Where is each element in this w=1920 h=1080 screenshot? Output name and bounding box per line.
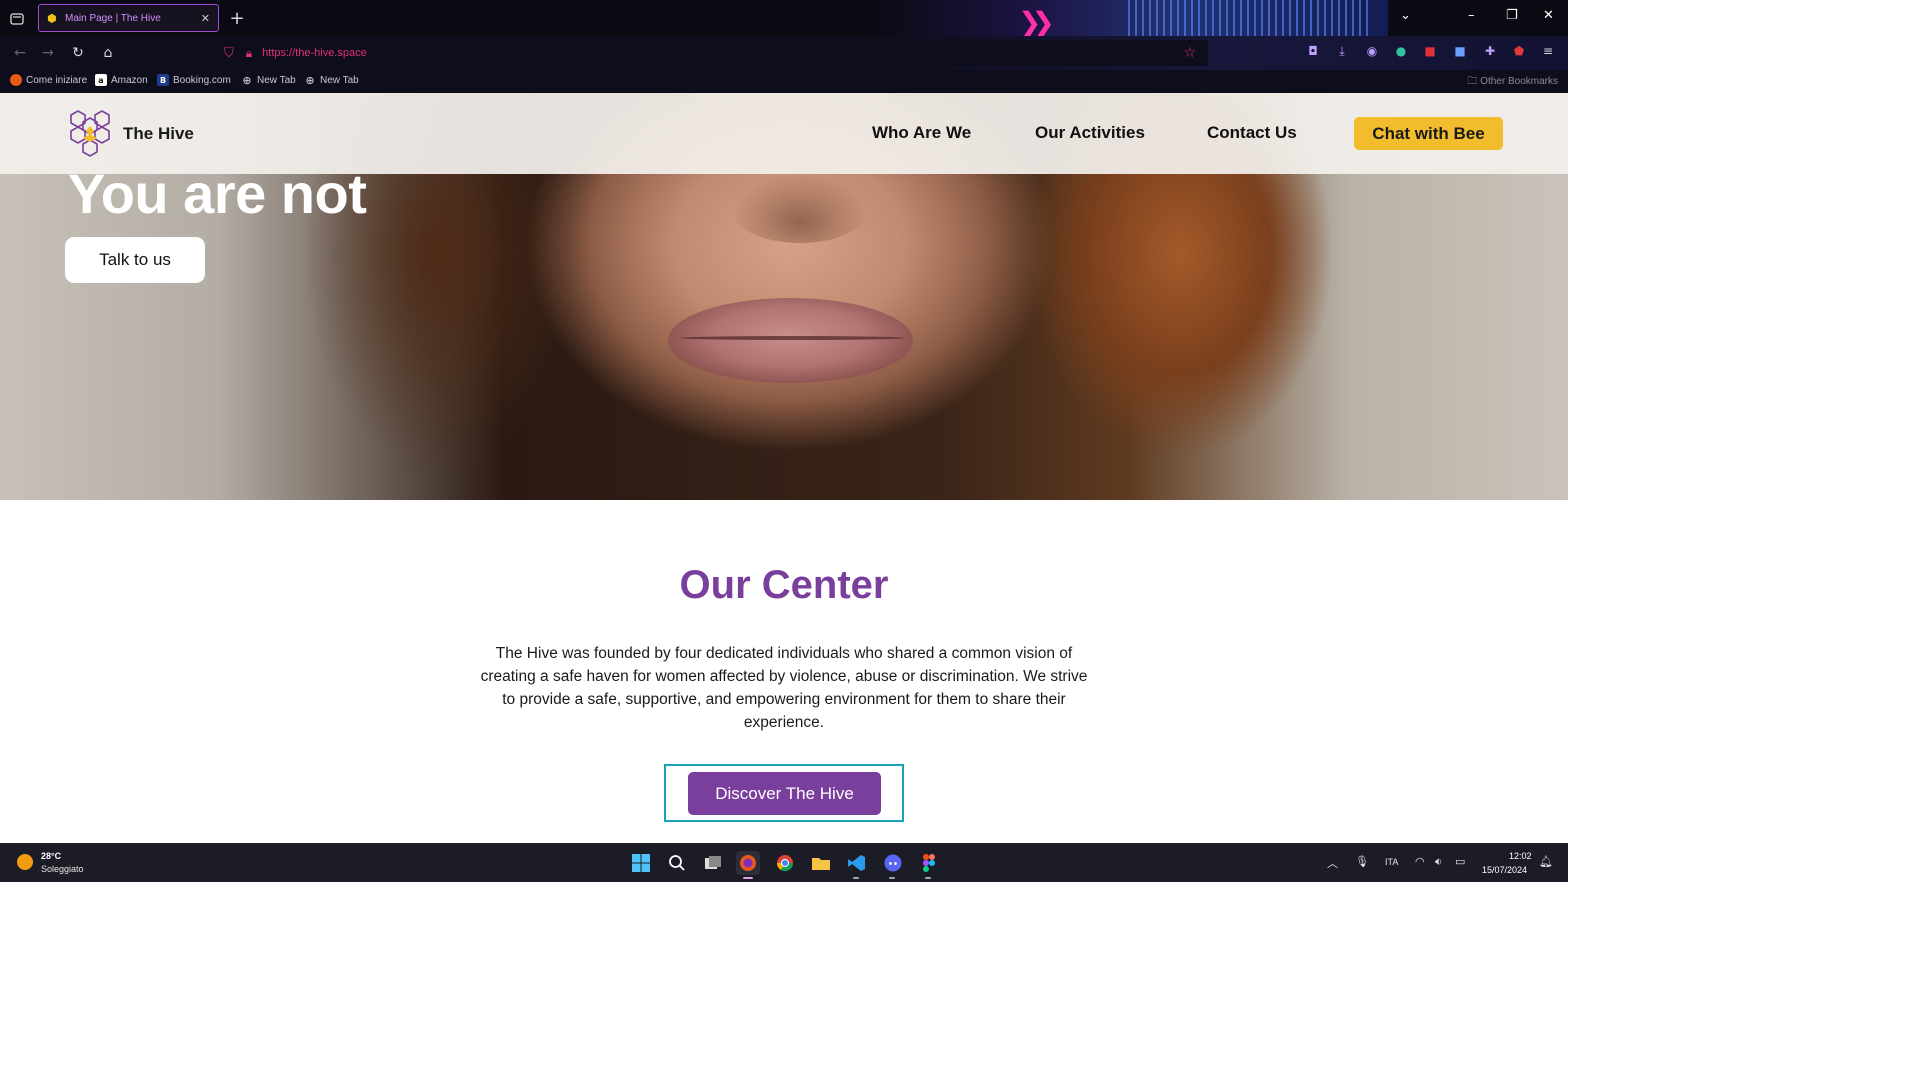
hero-image-nose	[730, 173, 870, 243]
account-icon[interactable]: ◉	[1365, 44, 1379, 58]
bookmark-new-tab-1[interactable]: ⊕ New Tab	[241, 73, 296, 87]
firefox-icon	[10, 74, 22, 86]
bookmark-label: New Tab	[257, 74, 296, 86]
clock-time[interactable]: 12:02	[1509, 851, 1532, 861]
tab-list-chevron-icon[interactable]: ⌄	[1400, 8, 1411, 23]
ublock-icon[interactable]: ⬟	[1512, 44, 1526, 58]
figma-running-indicator	[925, 877, 931, 879]
restore-icon[interactable]: ❐	[1506, 8, 1518, 23]
our-center-title: Our Center	[679, 563, 889, 607]
folder-icon: 🗀︎	[1467, 76, 1481, 87]
extension-a-icon[interactable]: ●	[1394, 44, 1408, 58]
talk-to-us-button[interactable]: Talk to us	[65, 237, 205, 283]
extension-blue-icon[interactable]: ■	[1453, 44, 1467, 58]
windows-taskbar: 28°C Soleggiato ︿ 🎙︎ ITA ◠ 🔉︎ ▭ 12:02 15…	[0, 843, 1568, 882]
browser-tab-bar: ❯❯ ⬢ Main Page | The Hive ✕ + ⌄ – ❐ ✕	[0, 0, 1568, 36]
windows-start-icon[interactable]	[629, 851, 653, 875]
extensions-puzzle-icon[interactable]: ✚	[1483, 44, 1497, 58]
amazon-icon: a	[95, 74, 107, 86]
hive-favicon-icon: ⬢	[47, 12, 57, 25]
tab-title: Main Page | The Hive	[65, 12, 161, 24]
bookmark-label: New Tab	[320, 74, 359, 86]
booking-icon: B	[157, 74, 169, 86]
minimize-icon[interactable]: –	[1468, 8, 1475, 23]
input-language[interactable]: ITA	[1385, 857, 1398, 867]
browser-nav-bar: ← → ↻ ⌂ ⛉ 🔒︎ https://the-hive.space ☆	[0, 36, 1568, 93]
chat-with-bee-button[interactable]: Chat with Bee	[1354, 117, 1503, 150]
bookmark-star-icon[interactable]: ☆	[1183, 45, 1196, 61]
our-center-description: The Hive was founded by four dedicated i…	[480, 645, 1088, 731]
menu-hamburger-icon[interactable]: ≡	[1541, 44, 1555, 58]
discord-running-indicator	[889, 877, 895, 879]
bookmark-label: Come iniziare	[26, 74, 88, 86]
wifi-icon[interactable]: ◠	[1415, 855, 1425, 868]
web-page: You are not Talk to us The Hive Who Are …	[0, 93, 1568, 843]
other-bookmarks-label: Other Bookmarks	[1480, 76, 1558, 87]
battery-icon[interactable]: ▭	[1455, 855, 1465, 868]
close-window-icon[interactable]: ✕	[1543, 8, 1554, 23]
hero-image-lips	[668, 298, 913, 383]
clock-date[interactable]: 15/07/2024	[1482, 865, 1527, 875]
other-bookmarks[interactable]: 🗀︎ Other Bookmarks	[1467, 74, 1558, 91]
tab-main-page[interactable]: ⬢ Main Page | The Hive ✕	[38, 4, 219, 32]
hive-logo-icon[interactable]	[66, 109, 114, 157]
address-bar[interactable]: ⛉ 🔒︎ https://the-hive.space ☆	[218, 40, 1208, 66]
forward-arrow-icon[interactable]: →	[40, 45, 56, 61]
tab-overview-icon[interactable]	[8, 10, 26, 26]
weather-temperature[interactable]: 28°C	[41, 851, 61, 861]
downloads-icon[interactable]: ⤓	[1335, 44, 1349, 58]
figma-icon[interactable]	[917, 851, 941, 875]
bookmark-booking[interactable]: B Booking.com	[157, 74, 231, 86]
firefox-taskbar-icon[interactable]	[736, 851, 760, 875]
globe-icon: ⊕	[242, 73, 252, 87]
volume-icon[interactable]: 🔉︎	[1435, 855, 1442, 869]
discover-the-hive-button[interactable]: Discover The Hive	[688, 772, 881, 815]
nav-our-activities[interactable]: Our Activities	[1035, 123, 1145, 143]
bookmark-label: Amazon	[111, 74, 148, 86]
firefox-active-indicator	[743, 877, 753, 879]
weather-description[interactable]: Soleggiato	[41, 864, 84, 874]
globe-icon: ⊕	[305, 73, 315, 87]
theme-bars-decoration	[1128, 0, 1368, 36]
close-tab-icon[interactable]: ✕	[201, 12, 210, 25]
back-arrow-icon[interactable]: ←	[12, 45, 28, 61]
bookmark-come-iniziare[interactable]: Come iniziare	[10, 74, 87, 86]
bookmark-label: Booking.com	[173, 74, 231, 86]
home-icon[interactable]: ⌂	[100, 45, 116, 61]
lock-icon[interactable]: 🔒︎	[246, 46, 252, 61]
theme-decoration: ❯❯	[868, 0, 1388, 36]
search-icon[interactable]	[665, 851, 689, 875]
file-explorer-icon[interactable]	[809, 851, 833, 875]
pocket-icon[interactable]: ◘	[1306, 44, 1320, 58]
chrome-icon[interactable]	[773, 851, 797, 875]
vscode-icon[interactable]	[845, 851, 869, 875]
sun-weather-icon[interactable]	[17, 854, 33, 870]
bookmarks-bar: Come iniziare a Amazon B Booking.com ⊕ N…	[0, 70, 1568, 93]
vscode-running-indicator	[853, 877, 859, 879]
notification-bell-icon[interactable]: 🔔︎	[1539, 855, 1553, 868]
site-header: The Hive Who Are We Our Activities Conta…	[0, 93, 1568, 174]
chevron-decoration-icon: ❯❯	[1018, 6, 1055, 36]
extension-red-icon[interactable]: ■	[1423, 44, 1437, 58]
hidden-icons-chevron-icon[interactable]: ︿	[1327, 855, 1338, 871]
tracking-shield-icon[interactable]: ⛉	[224, 46, 234, 61]
nav-contact-us[interactable]: Contact Us	[1207, 123, 1297, 143]
discord-icon[interactable]	[881, 851, 905, 875]
nav-who-are-we[interactable]: Who Are We	[872, 123, 971, 143]
reload-icon[interactable]: ↻	[70, 45, 86, 61]
microphone-icon[interactable]: 🎙︎	[1355, 855, 1369, 868]
brand-name[interactable]: The Hive	[123, 124, 194, 144]
new-tab-button[interactable]: +	[228, 8, 246, 29]
bookmark-new-tab-2[interactable]: ⊕ New Tab	[304, 73, 359, 87]
hero-image-lipline	[680, 336, 905, 340]
task-view-icon[interactable]	[701, 851, 725, 875]
url-text[interactable]: https://the-hive.space	[262, 47, 367, 59]
bookmark-amazon[interactable]: a Amazon	[95, 74, 148, 86]
discover-focus-outline: Discover The Hive	[664, 764, 904, 822]
